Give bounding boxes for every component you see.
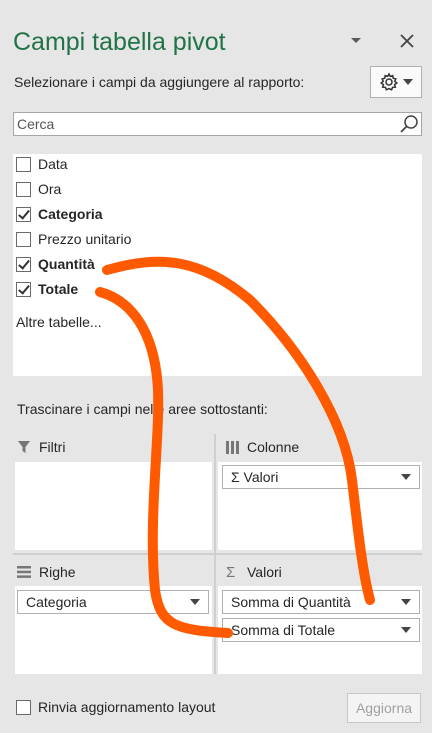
filters-area-title: Filtri <box>39 439 66 455</box>
defer-layout-update[interactable]: Rinvia aggiornamento layout <box>16 699 215 715</box>
search-box <box>13 112 422 136</box>
chevron-down-icon <box>351 38 361 43</box>
pill-label: Σ Valori <box>231 469 279 485</box>
field-label: Categoria <box>38 206 103 222</box>
field-item-quantita[interactable]: Quantità <box>16 254 95 274</box>
pill-label: Somma di Quantità <box>231 594 351 610</box>
sigma-icon: Σ <box>226 563 236 581</box>
field-checkbox[interactable] <box>16 256 31 272</box>
pill-label: Somma di Totale <box>231 622 336 638</box>
field-list: Data Ora Categoria Prezzo unitario Quant… <box>13 154 422 376</box>
field-item-data[interactable]: Data <box>16 154 68 174</box>
field-checkbox[interactable] <box>16 231 31 247</box>
close-pane-button[interactable] <box>396 30 418 52</box>
tools-button[interactable] <box>370 66 422 98</box>
values-item-somma-quantita[interactable]: Somma di Quantità <box>222 590 420 614</box>
rows-area: Righe Categoria <box>13 559 214 674</box>
field-label: Data <box>38 156 68 172</box>
field-label: Prezzo unitario <box>38 231 132 247</box>
field-item-categoria[interactable]: Categoria <box>16 204 103 224</box>
pane-title: Campi tabella pivot <box>13 28 226 56</box>
pane-options-dropdown[interactable] <box>345 30 367 52</box>
chevron-down-icon <box>401 599 411 605</box>
columns-item-valori[interactable]: Σ Valori <box>222 465 420 489</box>
values-area: Σ Valori Somma di Quantità Somma di Tota… <box>216 559 422 674</box>
filters-area: Filtri <box>13 434 214 553</box>
pivot-fields-pane: Campi tabella pivot Selezionare i campi … <box>0 0 432 733</box>
defer-label: Rinvia aggiornamento layout <box>38 699 216 715</box>
field-label: Ora <box>38 181 62 197</box>
chevron-down-icon <box>403 79 413 85</box>
columns-area-header: Colonne <box>216 434 299 460</box>
chevron-down-icon <box>401 474 411 480</box>
chevron-down-icon <box>401 627 411 633</box>
values-item-somma-totale[interactable]: Somma di Totale <box>222 618 420 642</box>
gear-icon <box>379 72 399 91</box>
field-item-prezzo-unitario[interactable]: Prezzo unitario <box>16 229 131 249</box>
chevron-down-icon <box>190 599 200 605</box>
field-label: Quantità <box>38 256 95 272</box>
update-button[interactable]: Aggiorna <box>347 693 421 723</box>
areas-divider-horizontal <box>13 553 422 555</box>
search-input[interactable] <box>14 113 394 135</box>
columns-area-title: Colonne <box>247 439 300 455</box>
field-checkbox[interactable] <box>16 181 31 197</box>
close-icon <box>400 34 414 48</box>
columns-icon <box>226 440 239 454</box>
field-label: Totale <box>38 281 79 297</box>
field-checkbox[interactable] <box>16 206 31 222</box>
columns-area: Colonne Σ Valori <box>216 434 422 553</box>
more-tables-link[interactable]: Altre tabelle... <box>16 314 102 330</box>
drag-hint-text: Trascinare i campi nelle aree sottostant… <box>17 401 268 417</box>
rows-area-header: Righe <box>13 559 76 585</box>
rows-item-categoria[interactable]: Categoria <box>17 590 209 614</box>
values-area-header: Σ Valori <box>216 559 282 585</box>
instructions-text: Selezionare i campi da aggiungere al rap… <box>14 74 305 90</box>
filters-area-header: Filtri <box>13 434 65 460</box>
filter-icon <box>18 441 30 453</box>
field-item-totale[interactable]: Totale <box>16 279 78 299</box>
search-icon[interactable] <box>399 114 419 134</box>
values-area-title: Valori <box>247 564 282 580</box>
defer-checkbox[interactable] <box>16 699 31 715</box>
filters-drop-zone[interactable] <box>15 462 212 550</box>
field-checkbox[interactable] <box>16 156 31 172</box>
pill-label: Categoria <box>26 594 87 610</box>
rows-area-title: Righe <box>39 564 76 580</box>
rows-icon <box>17 566 31 578</box>
field-checkbox[interactable] <box>16 281 31 297</box>
field-item-ora[interactable]: Ora <box>16 179 61 199</box>
